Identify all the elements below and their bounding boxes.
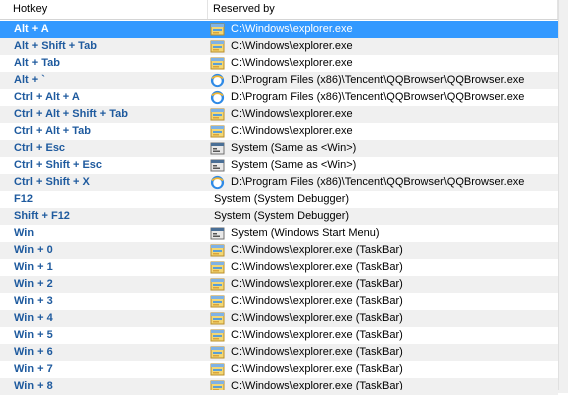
reserved-by-cell: System (Same as <Win>) xyxy=(231,142,357,154)
reserved-by-cell: C:\Windows\explorer.exe xyxy=(231,125,353,137)
list-row[interactable]: Win + 7 C:\Windows\explorer.exe (TaskBar) xyxy=(0,361,558,378)
list-row[interactable]: Ctrl + Alt + Shift + Tab C:\Windows\explo… xyxy=(0,106,558,123)
explorer-icon xyxy=(210,243,225,258)
list-row[interactable]: Shift + F12 System (System Debugger) xyxy=(0,208,558,225)
reserved-by-cell: System (Same as <Win>) xyxy=(231,159,357,171)
reserved-by-cell: C:\Windows\explorer.exe (TaskBar) xyxy=(231,363,403,375)
explorer-icon xyxy=(210,345,225,360)
hotkey-cell: Shift + F12 xyxy=(14,210,70,222)
column-header-hotkey[interactable]: Hotkey xyxy=(0,0,208,19)
explorer-icon xyxy=(210,124,225,139)
explorer-icon xyxy=(210,22,225,37)
list-row[interactable]: Ctrl + Shift + Esc System (Same as <Win>) xyxy=(0,157,558,174)
list-row[interactable]: Alt + ` D:\Program Files (x86)\Tencent\QQ… xyxy=(0,72,558,89)
explorer-icon xyxy=(210,260,225,275)
list-row[interactable]: Win + 5 C:\Windows\explorer.exe (TaskBar) xyxy=(0,327,558,344)
hotkey-cell: Alt + Tab xyxy=(14,57,60,69)
reserved-by-cell: C:\Windows\explorer.exe (TaskBar) xyxy=(231,278,403,290)
list-header: Hotkey Reserved by xyxy=(0,0,558,20)
list-row[interactable]: Win + 1 C:\Windows\explorer.exe (TaskBar) xyxy=(0,259,558,276)
hotkey-cell: Ctrl + Shift + Esc xyxy=(14,159,103,171)
hotkey-cell: Win + 6 xyxy=(14,346,53,358)
list-row[interactable]: Alt + Shift + Tab C:\Windows\explorer.exe xyxy=(0,38,558,55)
list-row[interactable]: Alt + A C:\Windows\explorer.exe xyxy=(0,21,558,38)
list-row[interactable]: Ctrl + Esc System (Same as <Win>) xyxy=(0,140,558,157)
list-row[interactable]: Win + 0 C:\Windows\explorer.exe (TaskBar) xyxy=(0,242,558,259)
reserved-by-cell: C:\Windows\explorer.exe (TaskBar) xyxy=(231,261,403,273)
hotkey-cell: Win + 4 xyxy=(14,312,53,324)
list-row[interactable]: Win + 3 C:\Windows\explorer.exe (TaskBar) xyxy=(0,293,558,310)
hotkey-list[interactable]: Alt + A C:\Windows\explorer.exe Alt + Shif… xyxy=(0,21,558,395)
reserved-by-cell: C:\Windows\explorer.exe xyxy=(231,108,353,120)
hotkey-cell: Alt + Shift + Tab xyxy=(14,40,97,52)
list-row[interactable]: Win + 2 C:\Windows\explorer.exe (TaskBar) xyxy=(0,276,558,293)
hotkey-cell: Alt + A xyxy=(14,23,49,35)
qqbrowser-icon xyxy=(210,90,225,105)
list-row[interactable]: Win + 4 C:\Windows\explorer.exe (TaskBar) xyxy=(0,310,558,327)
hotkey-cell: Win + 0 xyxy=(14,244,53,256)
system-window-icon xyxy=(210,226,225,241)
reserved-by-cell: System (Windows Start Menu) xyxy=(231,227,380,239)
hotkey-cell: Win + 2 xyxy=(14,278,53,290)
reserved-by-cell: C:\Windows\explorer.exe xyxy=(231,23,353,35)
hotkey-cell: Win + 3 xyxy=(14,295,53,307)
explorer-icon xyxy=(210,277,225,292)
hotkey-cell: Alt + ` xyxy=(14,74,45,86)
explorer-icon xyxy=(210,311,225,326)
list-row[interactable]: Ctrl + Alt + Tab C:\Windows\explorer.exe xyxy=(0,123,558,140)
list-row[interactable]: Win + 6 C:\Windows\explorer.exe (TaskBar) xyxy=(0,344,558,361)
system-window-icon xyxy=(210,141,225,156)
qqbrowser-icon xyxy=(210,73,225,88)
reserved-by-cell: C:\Windows\explorer.exe (TaskBar) xyxy=(231,295,403,307)
vertical-scrollbar[interactable] xyxy=(558,0,568,393)
hotkey-cell: F12 xyxy=(14,193,33,205)
reserved-by-cell: C:\Windows\explorer.exe (TaskBar) xyxy=(231,329,403,341)
reserved-by-cell: C:\Windows\explorer.exe (TaskBar) xyxy=(231,312,403,324)
reserved-by-cell: System (System Debugger) xyxy=(214,210,350,222)
explorer-icon xyxy=(210,328,225,343)
reserved-by-cell: D:\Program Files (x86)\Tencent\QQBrowser… xyxy=(231,176,525,188)
reserved-by-cell: C:\Windows\explorer.exe (TaskBar) xyxy=(231,346,403,358)
hotkey-cell: Ctrl + Shift + X xyxy=(14,176,90,188)
explorer-icon xyxy=(210,107,225,122)
system-window-icon xyxy=(210,158,225,173)
hotkey-cell: Ctrl + Alt + A xyxy=(14,91,80,103)
reserved-by-cell: C:\Windows\explorer.exe xyxy=(231,57,353,69)
list-row[interactable]: Alt + Tab C:\Windows\explorer.exe xyxy=(0,55,558,72)
column-header-reserved-by[interactable]: Reserved by xyxy=(208,0,558,19)
explorer-icon xyxy=(210,294,225,309)
hotkey-cell: Win + 7 xyxy=(14,363,53,375)
list-row[interactable]: F12 System (System Debugger) xyxy=(0,191,558,208)
explorer-icon xyxy=(210,56,225,71)
reserved-by-cell: System (System Debugger) xyxy=(214,193,350,205)
list-row[interactable]: Ctrl + Alt + A D:\Program Files (x86)\Ten… xyxy=(0,89,558,106)
hotkey-cell: Win + 1 xyxy=(14,261,53,273)
explorer-icon xyxy=(210,39,225,54)
reserved-by-cell: C:\Windows\explorer.exe (TaskBar) xyxy=(231,244,403,256)
list-row[interactable]: Ctrl + Shift + X D:\Program Files (x86)\T… xyxy=(0,174,558,191)
hotkey-cell: Ctrl + Alt + Tab xyxy=(14,125,92,137)
hotkey-cell: Win xyxy=(14,227,35,239)
reserved-by-cell: C:\Windows\explorer.exe xyxy=(231,40,353,52)
qqbrowser-icon xyxy=(210,175,225,190)
reserved-by-cell: D:\Program Files (x86)\Tencent\QQBrowser… xyxy=(231,74,525,86)
hotkey-cell: Ctrl + Alt + Shift + Tab xyxy=(14,108,128,120)
hotkey-cell: Ctrl + Esc xyxy=(14,142,66,154)
hotkey-cell: Win + 5 xyxy=(14,329,53,341)
reserved-by-cell: D:\Program Files (x86)\Tencent\QQBrowser… xyxy=(231,91,525,103)
list-row[interactable]: Win System (Windows Start Menu) xyxy=(0,225,558,242)
explorer-icon xyxy=(210,362,225,377)
